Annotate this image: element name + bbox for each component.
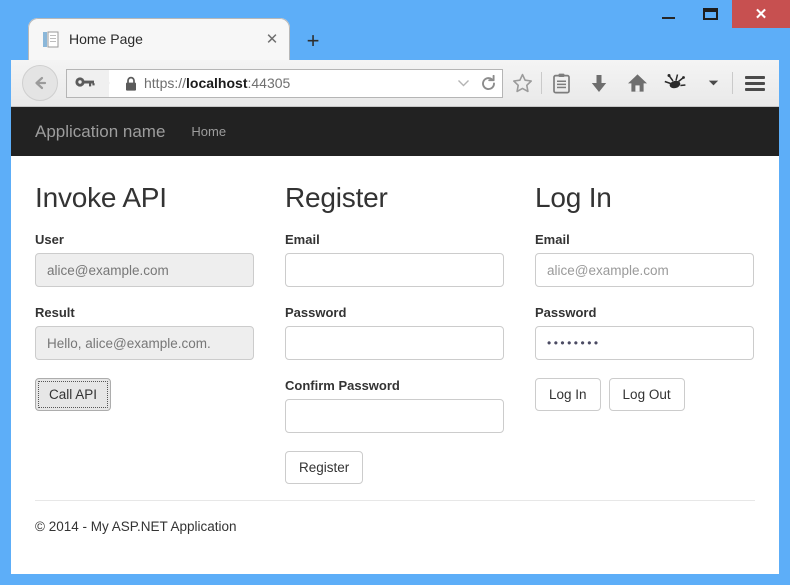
result-input[interactable]: Hello, alice@example.com. — [35, 326, 254, 360]
label-register-email: Email — [285, 232, 320, 247]
url-host: localhost — [186, 75, 248, 91]
url-dropdown-icon[interactable] — [452, 79, 474, 87]
column-register: Register Email Password Confirm Password… — [285, 170, 504, 484]
label-register-confirm-password: Confirm Password — [285, 378, 400, 393]
column-invoke-api: Invoke API User alice@example.com Result… — [35, 170, 254, 484]
toolbar-icons — [503, 66, 779, 100]
back-button[interactable] — [22, 65, 58, 101]
key-icon — [75, 77, 95, 87]
user-input[interactable]: alice@example.com — [35, 253, 254, 287]
new-tab-button[interactable]: + — [300, 28, 326, 54]
url-text[interactable]: https://localhost:44305 — [144, 75, 452, 91]
identity-box[interactable] — [67, 68, 119, 97]
padlock-icon — [125, 76, 137, 91]
login-password-input[interactable]: •••••••• — [535, 326, 754, 360]
browser-tab[interactable]: Home Page ✕ — [28, 18, 290, 60]
label-result: Result — [35, 305, 75, 320]
back-arrow-icon — [35, 76, 47, 90]
register-password-input[interactable] — [285, 326, 504, 360]
label-user: User — [35, 232, 64, 247]
register-confirm-password-input[interactable] — [285, 399, 504, 433]
site-brand[interactable]: Application name — [35, 122, 165, 142]
page-viewport: Application name Home Invoke API User al… — [11, 107, 779, 574]
column-login: Log In Email alice@example.com Password … — [535, 170, 754, 484]
register-email-input[interactable] — [285, 253, 504, 287]
overflow-chevron-icon[interactable] — [694, 66, 732, 100]
hamburger-menu-icon[interactable] — [733, 66, 777, 100]
logout-button[interactable]: Log Out — [608, 378, 685, 411]
login-email-input[interactable]: alice@example.com — [535, 253, 754, 287]
menu-bar-2 — [745, 81, 765, 85]
page-icon — [43, 31, 59, 48]
reload-icon[interactable] — [474, 74, 502, 92]
url-scheme: https:// — [144, 75, 187, 91]
menu-bar-3 — [745, 87, 765, 91]
password-mask: •••••••• — [547, 336, 601, 350]
tab-close-icon[interactable]: ✕ — [260, 27, 284, 51]
page-container: Invoke API User alice@example.com Result… — [11, 156, 779, 484]
call-api-button[interactable]: Call API — [35, 378, 112, 411]
register-button[interactable]: Register — [285, 451, 364, 484]
label-login-email: Email — [535, 232, 570, 247]
label-login-password: Password — [535, 305, 597, 320]
menu-bar-1 — [745, 75, 765, 79]
home-icon[interactable] — [618, 66, 656, 100]
columns-row: Invoke API User alice@example.com Result… — [35, 156, 755, 484]
site-footer: © 2014 - My ASP.NET Application — [35, 519, 237, 534]
browser-window: ✕ Home Page ✕ + https://localhost:44305 … — [0, 0, 790, 585]
heading-invoke-api: Invoke API — [35, 182, 167, 213]
bookmark-star-icon[interactable] — [503, 66, 541, 100]
tab-strip: Home Page ✕ + — [0, 18, 790, 60]
navigation-toolbar: https://localhost:44305 — [11, 60, 779, 107]
site-navbar: Application name Home — [11, 107, 779, 156]
heading-register: Register — [285, 182, 388, 213]
downloads-icon[interactable] — [580, 66, 618, 100]
reader-list-icon[interactable] — [542, 66, 580, 100]
label-register-password: Password — [285, 305, 347, 320]
heading-login: Log In — [535, 182, 612, 213]
nav-link-home[interactable]: Home — [191, 124, 226, 139]
url-bar[interactable]: https://localhost:44305 — [66, 68, 503, 98]
extension-icon[interactable] — [656, 66, 694, 100]
login-button[interactable]: Log In — [535, 378, 601, 411]
tab-title: Home Page — [69, 31, 143, 47]
url-port: :44305 — [247, 75, 291, 91]
